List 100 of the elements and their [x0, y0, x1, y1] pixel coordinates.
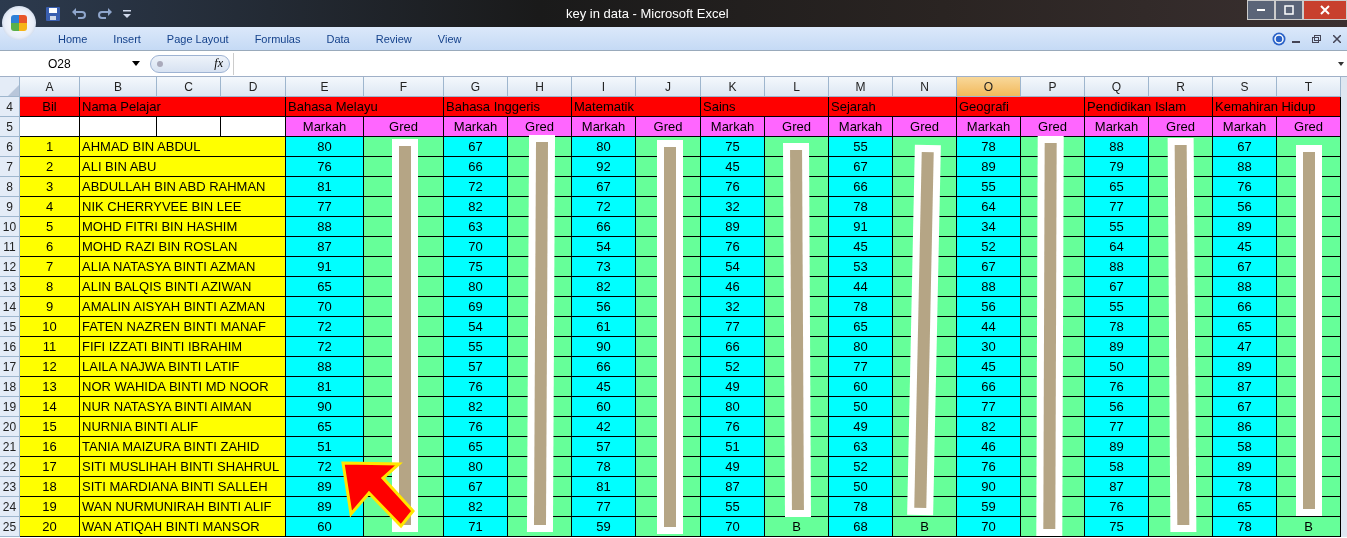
row-header[interactable]: 20	[0, 417, 20, 437]
row-header[interactable]: 7	[0, 157, 20, 177]
table-cell: 88	[1085, 257, 1149, 277]
table-cell: 87	[701, 477, 765, 497]
ribbon-tab[interactable]: Data	[318, 30, 358, 47]
column-header[interactable]: I	[572, 77, 636, 97]
row-header[interactable]: 10	[0, 217, 20, 237]
table-cell: 89	[1213, 217, 1277, 237]
column-header[interactable]: H	[508, 77, 572, 97]
row-header[interactable]: 18	[0, 377, 20, 397]
row-header[interactable]: 13	[0, 277, 20, 297]
table-cell: 34	[957, 217, 1021, 237]
column-header[interactable]: D	[221, 77, 286, 97]
table-cell	[20, 117, 80, 137]
table-cell: Markah	[829, 117, 893, 137]
row-header[interactable]: 17	[0, 357, 20, 377]
maximize-button[interactable]	[1275, 0, 1303, 20]
row-header[interactable]: 8	[0, 177, 20, 197]
row-header[interactable]: 9	[0, 197, 20, 217]
table-cell: 91	[286, 257, 364, 277]
column-header[interactable]: K	[701, 77, 765, 97]
vertical-scrollbar[interactable]	[1341, 77, 1347, 537]
office-button[interactable]	[2, 6, 36, 40]
table-cell: 12	[20, 357, 80, 377]
row-header[interactable]: 4	[0, 97, 20, 117]
table-cell: 76	[957, 457, 1021, 477]
ribbon-tab[interactable]: Insert	[105, 30, 149, 47]
table-cell: WAN NURMUNIRAH BINTI ALIF	[80, 497, 286, 517]
minimize-icon	[1257, 9, 1265, 11]
save-icon[interactable]	[45, 5, 61, 22]
row-header[interactable]: 21	[0, 437, 20, 457]
column-header[interactable]: J	[636, 77, 701, 97]
table-cell: 81	[286, 177, 364, 197]
column-header[interactable]: L	[765, 77, 829, 97]
table-cell: 8	[20, 277, 80, 297]
close-icon[interactable]	[1333, 34, 1341, 43]
ribbon-tab[interactable]: Review	[367, 30, 420, 47]
table-cell: 49	[829, 417, 893, 437]
table-cell: B	[893, 517, 957, 537]
table-cell: 71	[444, 517, 508, 537]
row-header[interactable]: 24	[0, 497, 20, 517]
table-cell: 70	[286, 297, 364, 317]
insert-function-button[interactable]: fx	[214, 56, 223, 71]
table-cell: 76	[286, 157, 364, 177]
minimize-button[interactable]	[1247, 0, 1275, 20]
table-cell: 90	[572, 337, 636, 357]
column-header[interactable]: T	[1277, 77, 1341, 97]
table-cell: 73	[572, 257, 636, 277]
column-header[interactable]: M	[829, 77, 893, 97]
column-header[interactable]: E	[286, 77, 364, 97]
row-header[interactable]: 15	[0, 317, 20, 337]
table-cell: 81	[572, 477, 636, 497]
caret-icon[interactable]	[132, 61, 140, 66]
redo-icon[interactable]	[97, 5, 113, 22]
table-cell: 65	[286, 277, 364, 297]
table-cell: ALIA NATASYA BINTI AZMAN	[80, 257, 286, 277]
table-cell: Gred	[1149, 117, 1213, 137]
table-cell: 72	[572, 197, 636, 217]
table-cell: 14	[20, 397, 80, 417]
column-header[interactable]: G	[444, 77, 508, 97]
restore-icon[interactable]	[1312, 34, 1321, 43]
table-cell: 10	[20, 317, 80, 337]
row-header[interactable]: 11	[0, 237, 20, 257]
column-header[interactable]: C	[157, 77, 221, 97]
ribbon-tab[interactable]: Page Layout	[158, 30, 237, 47]
table-cell: 63	[829, 437, 893, 457]
column-header[interactable]: P	[1021, 77, 1085, 97]
table-cell: Bahasa Melayu	[286, 97, 444, 117]
table-cell: 58	[1213, 437, 1277, 457]
row-header[interactable]: 14	[0, 297, 20, 317]
column-header[interactable]: Q	[1085, 77, 1149, 97]
table-cell: 44	[957, 317, 1021, 337]
column-header[interactable]: F	[364, 77, 444, 97]
table-cell: 54	[701, 257, 765, 277]
row-header[interactable]: 19	[0, 397, 20, 417]
column-header[interactable]: O	[957, 77, 1021, 97]
column-header[interactable]: A	[20, 77, 80, 97]
row-header[interactable]: 6	[0, 137, 20, 157]
table-cell: 72	[444, 177, 508, 197]
row-header[interactable]: 23	[0, 477, 20, 497]
column-header[interactable]: B	[80, 77, 157, 97]
row-header[interactable]: 25	[0, 517, 20, 537]
help-icon[interactable]	[1272, 31, 1286, 46]
close-icon	[1320, 5, 1330, 15]
name-box[interactable]: O28	[0, 56, 132, 71]
ribbon-tab[interactable]: Formulas	[246, 30, 309, 47]
ribbon-tab[interactable]: View	[429, 30, 470, 47]
ribbon-tab[interactable]: Home	[50, 30, 96, 47]
column-header[interactable]: N	[893, 77, 957, 97]
customize-menu-icon[interactable]	[123, 8, 131, 19]
close-button[interactable]	[1303, 0, 1347, 20]
table-cell: 72	[286, 317, 364, 337]
column-header[interactable]: R	[1149, 77, 1213, 97]
row-header[interactable]: 16	[0, 337, 20, 357]
column-header[interactable]: S	[1213, 77, 1277, 97]
row-header[interactable]: 5	[0, 117, 20, 137]
row-header[interactable]: 12	[0, 257, 20, 277]
table-cell: 60	[829, 377, 893, 397]
window-title: key in data - Microsoft Excel	[566, 6, 729, 21]
row-header[interactable]: 22	[0, 457, 20, 477]
